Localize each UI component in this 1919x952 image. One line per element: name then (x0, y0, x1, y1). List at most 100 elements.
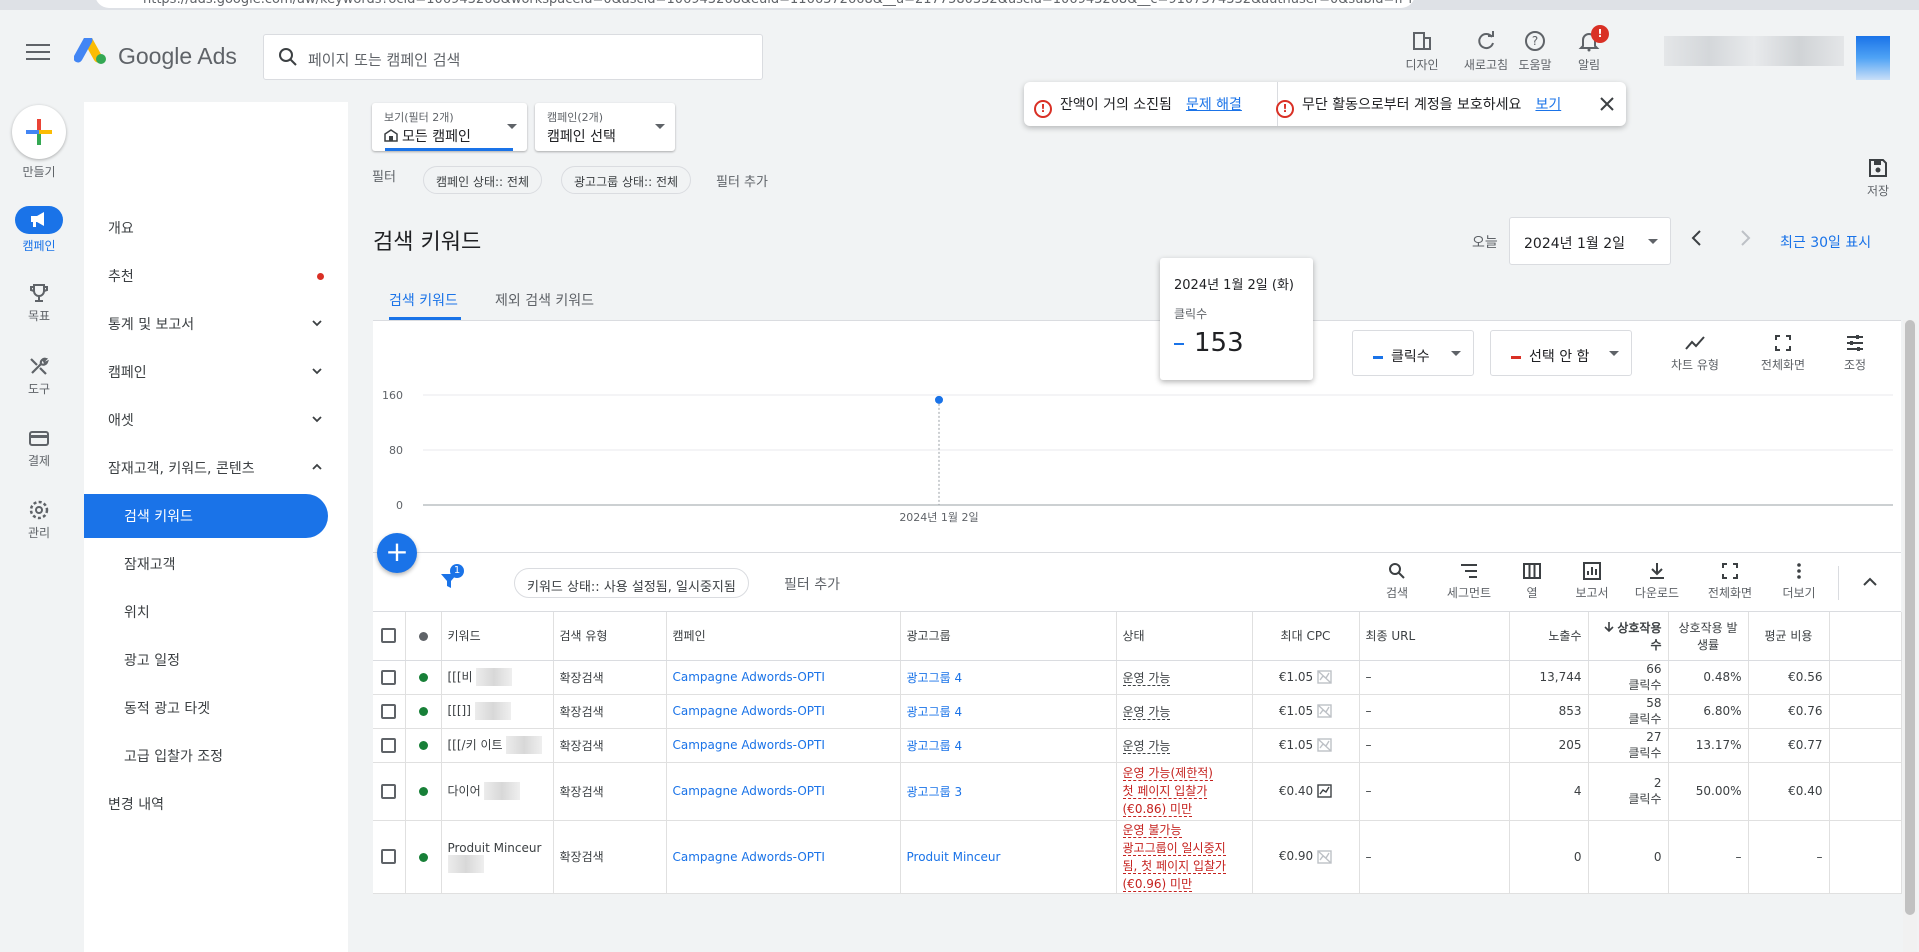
rail-item-admin[interactable]: 관리 (0, 499, 78, 541)
account-info-redacted[interactable] (1664, 36, 1844, 66)
chart-type-button[interactable]: 차트 유형 (1660, 334, 1730, 373)
column-header-match-type[interactable]: 검색 유형 (553, 612, 667, 661)
nav-item-ad-schedule[interactable]: 광고 일정 (84, 638, 348, 682)
ad-group-cell[interactable]: 광고그룹 4 (900, 694, 1117, 729)
view-selector[interactable]: 보기(필터 2개) 모든 캠페인 (372, 103, 527, 151)
nav-item-search-keywords[interactable]: 검색 키워드 (84, 494, 328, 538)
status-line[interactable]: 운영 불가능 (1122, 822, 1182, 838)
scrollbar-thumb[interactable] (1905, 320, 1915, 915)
ad-group-link[interactable]: 광고그룹 4 (907, 739, 963, 753)
status-line[interactable]: 운영 가능(제한적) (1122, 766, 1213, 781)
ad-group-cell[interactable]: 광고그룹 4 (900, 660, 1117, 695)
chart-fullscreen-button[interactable]: 전체화면 (1748, 334, 1818, 373)
notifications-button[interactable]: 알림 (1557, 30, 1621, 73)
save-button[interactable]: 저장 (1858, 158, 1898, 199)
campaign-link[interactable]: Campagne Adwords-OPTI (673, 738, 825, 752)
nav-item-advanced-bid-adjustments[interactable]: 고급 입찰가 조정 (84, 734, 348, 778)
table-row[interactable]: [[[]] 확장검색 Campagne Adwords-OPTI 광고그룹 4 운영 … (373, 694, 1902, 729)
status-line[interactable]: (€0.96) 미만 (1122, 876, 1193, 892)
status-line[interactable]: 광고그룹이 일시중지 (1122, 840, 1226, 856)
create-button[interactable] (12, 105, 66, 159)
row-status-dot[interactable] (405, 728, 442, 763)
add-filter-button[interactable]: 필터 추가 (716, 171, 768, 190)
column-header-ad-group[interactable]: 광고그룹 (900, 612, 1117, 661)
add-keyword-button[interactable]: + (377, 533, 417, 573)
column-header-interactions[interactable]: 상호작용수 (1588, 612, 1669, 661)
campaign-cell[interactable]: Campagne Adwords-OPTI (666, 660, 901, 695)
ad-group-cell[interactable]: 광고그룹 4 (900, 728, 1117, 763)
nav-item-assets[interactable]: 애셋 (84, 398, 348, 442)
campaign-link[interactable]: Campagne Adwords-OPTI (673, 670, 825, 684)
ad-group-cell[interactable]: 광고그룹 3 (900, 762, 1117, 821)
rail-item-tools[interactable]: 도구 (0, 355, 78, 397)
status-line[interactable]: 운영 가능 (1122, 704, 1171, 720)
address-bar[interactable]: https://ads.google.com/aw/keywords?ocid=… (95, 0, 1415, 8)
nav-item-dynamic-ad-targets[interactable]: 동적 광고 타겟 (84, 686, 348, 730)
nav-item-change-history[interactable]: 변경 내역 (84, 782, 348, 826)
status-column-header[interactable] (405, 612, 442, 661)
row-checkbox[interactable] (373, 762, 406, 821)
filter-chip-adgroup-status[interactable]: 광고그룹 상태:: 전체 (561, 166, 692, 194)
max-cpc-cell[interactable]: €0.90 (1252, 820, 1360, 894)
nav-item-audiences-keywords-content[interactable]: 잠재고객, 키워드, 콘텐츠 (84, 446, 348, 490)
account-avatar-redacted[interactable] (1856, 36, 1890, 80)
segment-button[interactable]: 세그먼트 (1434, 562, 1504, 601)
table-search-button[interactable]: 검색 (1362, 562, 1432, 601)
filter-chip-keyword-status[interactable]: 키워드 상태:: 사용 설정됨, 일시중지됨 (514, 568, 749, 598)
max-cpc-cell[interactable]: €0.40 (1252, 762, 1360, 821)
nav-item-overview[interactable]: 개요 (84, 206, 348, 250)
keyword-cell[interactable]: [[[비 (441, 660, 554, 695)
row-status-dot[interactable] (405, 660, 442, 695)
max-cpc-cell[interactable]: €1.05 (1252, 728, 1360, 763)
row-checkbox[interactable] (373, 728, 406, 763)
chevron-left-icon[interactable] (1689, 228, 1705, 248)
tab-search-keywords[interactable]: 검색 키워드 (389, 290, 458, 310)
table-row[interactable]: 다이어 확장검색 Campagne Adwords-OPTI 광고그룹 3 운영 가능… (373, 762, 1902, 821)
row-checkbox[interactable] (373, 820, 406, 894)
table-row[interactable]: Produit Minceur 확장검색 Campagne Adwords-OPT… (373, 820, 1902, 894)
column-header-status[interactable]: 상태 (1116, 612, 1253, 661)
date-picker[interactable]: 2024년 1월 2일 (1509, 217, 1671, 265)
row-status-dot[interactable] (405, 694, 442, 729)
campaign-cell[interactable]: Campagne Adwords-OPTI (666, 820, 901, 894)
column-header-final-url[interactable]: 최종 URL (1359, 612, 1510, 661)
row-checkbox[interactable] (373, 694, 406, 729)
status-line[interactable]: 됨, 첫 페이지 입찰가 (1122, 858, 1227, 874)
nav-item-audiences[interactable]: 잠재고객 (84, 542, 348, 586)
select-all-checkbox[interactable] (373, 612, 406, 661)
metric-selector-secondary[interactable]: 선택 안 함 (1490, 330, 1632, 376)
chevron-right-icon[interactable] (1737, 228, 1753, 248)
table-fullscreen-button[interactable]: 전체화면 (1695, 562, 1765, 601)
max-cpc-cell[interactable]: €1.05 (1252, 660, 1360, 695)
design-button[interactable]: 디자인 (1390, 30, 1454, 73)
ad-group-cell[interactable]: Produit Minceur (900, 820, 1117, 894)
row-status-dot[interactable] (405, 762, 442, 821)
rail-item-billing[interactable]: 결제 (0, 427, 78, 469)
add-table-filter-button[interactable]: 필터 추가 (784, 574, 840, 594)
filter-chip-campaign-status[interactable]: 캠페인 상태:: 전체 (423, 166, 542, 194)
status-line[interactable]: 첫 페이지 입찰가 (1122, 784, 1208, 799)
view-link[interactable]: 보기 (1535, 97, 1561, 113)
column-header-interaction-rate[interactable]: 상호작용 발생률 (1668, 612, 1749, 661)
tab-negative-keywords[interactable]: 제외 검색 키워드 (495, 290, 594, 310)
row-checkbox[interactable] (373, 660, 406, 695)
nav-item-recommendations[interactable]: 추천 (84, 254, 348, 298)
table-row[interactable]: [[[/키 이트 확장검색 Campagne Adwords-OPTI 광고그룹 4… (373, 728, 1902, 763)
nav-item-locations[interactable]: 위치 (84, 590, 348, 634)
bid-chart-icon[interactable] (1317, 784, 1332, 798)
campaign-link[interactable]: Campagne Adwords-OPTI (673, 784, 825, 798)
rail-item-goals[interactable]: 목표 (0, 282, 78, 324)
rail-item-campaigns[interactable]: 캠페인 (0, 206, 78, 254)
nav-item-insights-reports[interactable]: 통계 및 보고서 (84, 302, 348, 346)
hamburger-menu-icon[interactable] (26, 44, 50, 62)
chevron-up-icon[interactable] (1862, 575, 1878, 587)
campaign-link[interactable]: Campagne Adwords-OPTI (673, 704, 825, 718)
status-line[interactable]: 운영 가능 (1122, 738, 1171, 754)
nav-item-campaigns[interactable]: 캠페인 (84, 350, 348, 394)
close-icon[interactable] (1600, 97, 1614, 111)
keyword-cell[interactable]: [[[/키 이트 (441, 728, 554, 763)
reports-button[interactable]: 보고서 (1557, 562, 1627, 601)
campaign-cell[interactable]: Campagne Adwords-OPTI (666, 762, 901, 821)
ad-group-link[interactable]: 광고그룹 4 (907, 671, 963, 685)
ad-group-link[interactable]: 광고그룹 4 (907, 705, 963, 719)
